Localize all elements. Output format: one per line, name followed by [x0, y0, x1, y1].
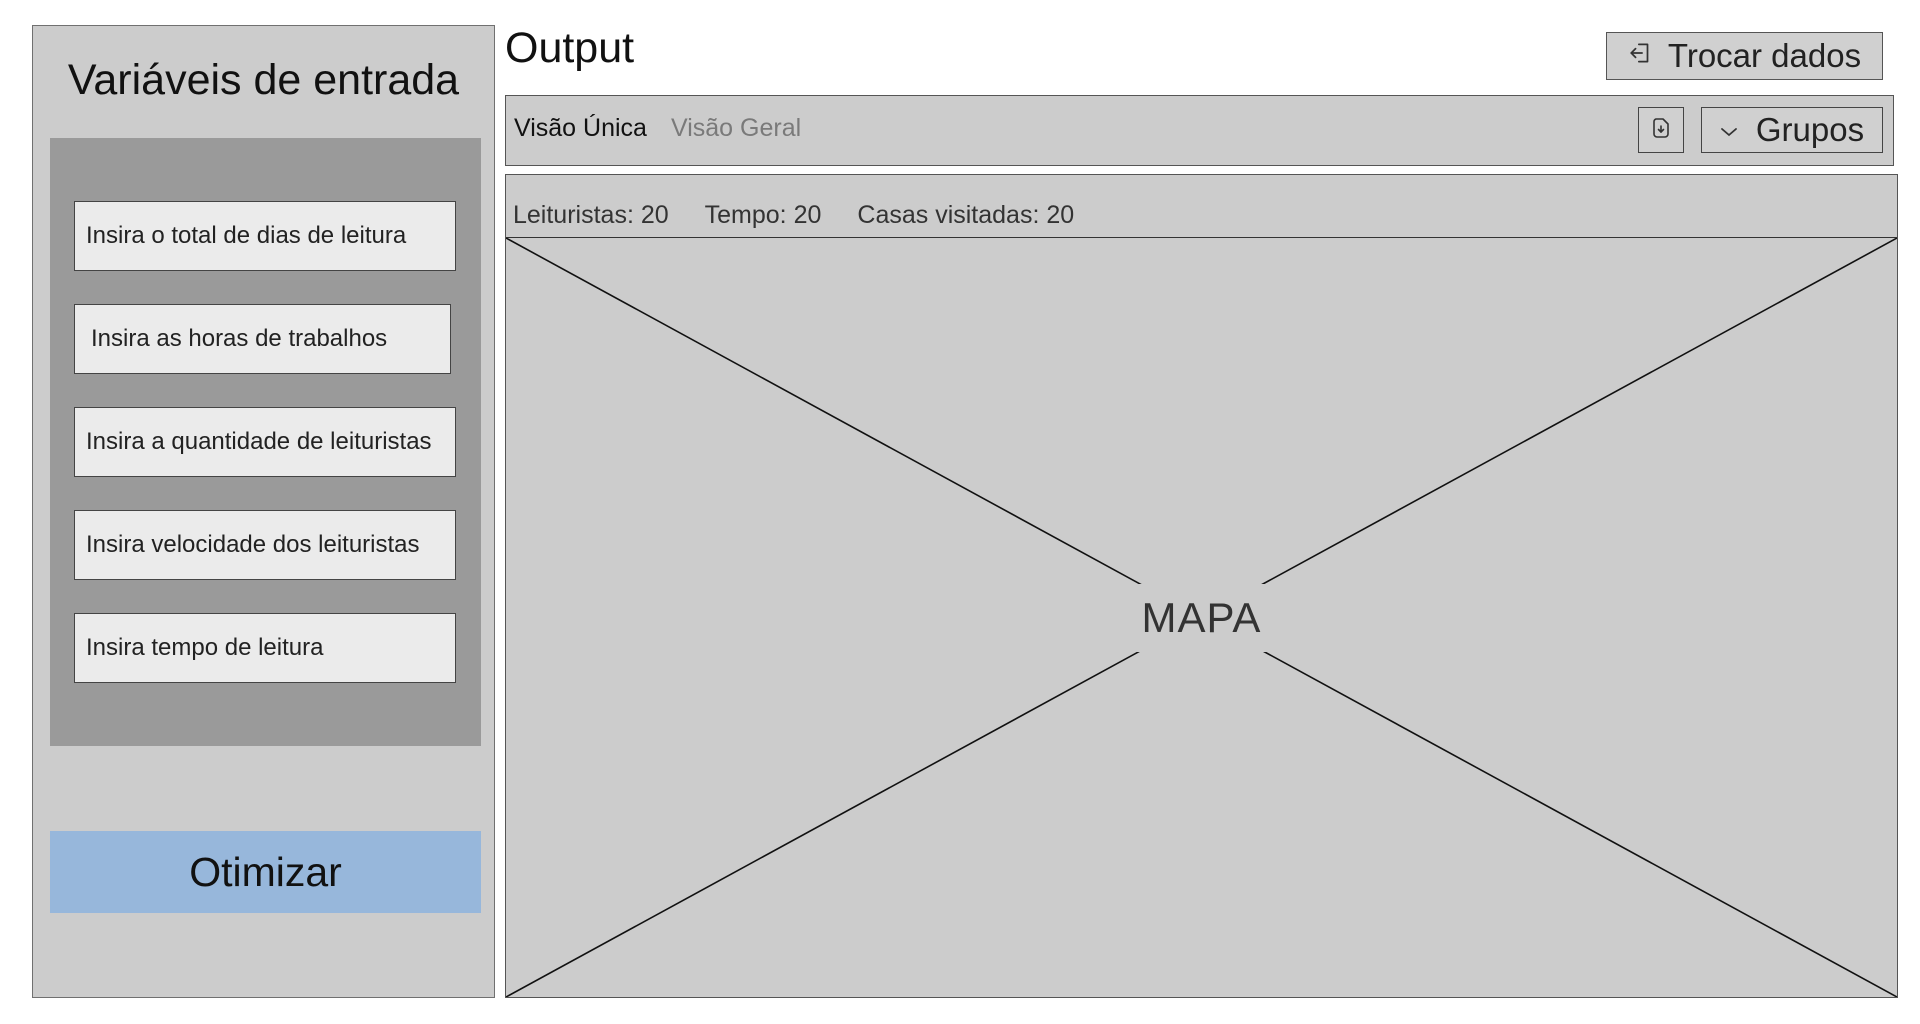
- tab-overview[interactable]: Visão Geral: [671, 114, 801, 143]
- tab-single-view[interactable]: Visão Única: [514, 114, 647, 143]
- file-download-icon: [1649, 116, 1673, 145]
- export-button[interactable]: [1638, 107, 1684, 153]
- input-panel: Variáveis de entrada Insira o total de d…: [32, 25, 495, 998]
- optimize-button[interactable]: Otimizar: [50, 831, 481, 913]
- sign-in-icon: [1628, 40, 1654, 73]
- stats-row: Leituristas: 20 Tempo: 20 Casas visitada…: [513, 201, 1074, 230]
- houses-visited-stat: Casas visitadas: 20: [857, 201, 1075, 229]
- output-title: Output: [505, 24, 635, 72]
- reading-time-field[interactable]: Insira tempo de leitura: [74, 613, 456, 683]
- total-reading-days-field[interactable]: Insira o total de dias de leitura: [74, 201, 456, 271]
- work-hours-field[interactable]: Insira as horas de trabalhos: [74, 304, 451, 374]
- readers-speed-field[interactable]: Insira velocidade dos leituristas: [74, 510, 456, 580]
- map-panel: Leituristas: 20 Tempo: 20 Casas visitada…: [505, 174, 1898, 998]
- readers-quantity-field[interactable]: Insira a quantidade de leituristas: [74, 407, 456, 477]
- view-tab-bar: Visão Única Visão Geral Grupos: [505, 95, 1894, 166]
- map-placeholder[interactable]: MAPA: [506, 238, 1897, 997]
- groups-dropdown[interactable]: Grupos: [1701, 107, 1883, 153]
- time-stat: Tempo: 20: [704, 201, 822, 229]
- map-label: MAPA: [1129, 583, 1274, 652]
- readers-stat: Leituristas: 20: [513, 201, 669, 229]
- input-panel-title: Variáveis de entrada: [67, 56, 460, 104]
- swap-data-label: Trocar dados: [1667, 37, 1862, 74]
- groups-label: Grupos: [1755, 111, 1865, 148]
- chevron-down-icon: [1720, 122, 1738, 143]
- swap-data-button[interactable]: Trocar dados: [1606, 32, 1883, 80]
- input-fields-group: Insira o total de dias de leitura Insira…: [50, 138, 481, 746]
